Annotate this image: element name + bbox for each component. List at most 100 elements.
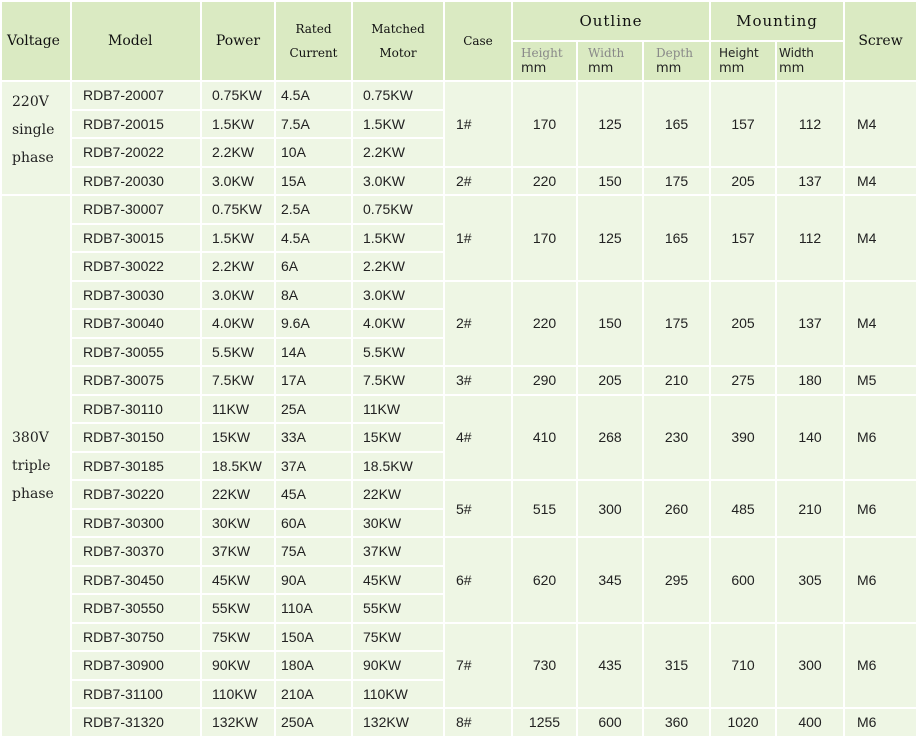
rated-current-cell: 150A xyxy=(274,621,353,652)
power-cell: 1.5KW xyxy=(200,222,276,253)
power-cell: 2.2KW xyxy=(200,251,276,282)
power-cell: 37KW xyxy=(200,536,276,567)
header-mounting-width: Width mm xyxy=(775,40,846,82)
screw-cell: M6 xyxy=(843,707,916,738)
rated-current-cell: 2.5A xyxy=(274,194,353,225)
mounting-height-cell: 1020 xyxy=(709,707,778,738)
model-cell: RDB7-30750 xyxy=(70,621,202,652)
matched-motor-cell: 5.5KW xyxy=(351,336,445,367)
outline-height-cell: 220 xyxy=(511,165,578,196)
case-cell: 1# xyxy=(443,80,513,168)
header-mounting-width-unit: mm xyxy=(779,61,805,76)
matched-motor-cell: 37KW xyxy=(351,536,445,567)
matched-motor-cell: 15KW xyxy=(351,422,445,453)
case-cell: 2# xyxy=(443,165,513,196)
model-cell: RDB7-30300 xyxy=(70,507,202,538)
case-cell: 2# xyxy=(443,279,513,367)
outline-height-cell: 170 xyxy=(511,80,578,168)
header-outline-width: Width mm xyxy=(576,40,644,82)
header-screw: Screw xyxy=(843,0,916,82)
model-cell: RDB7-30185 xyxy=(70,450,202,481)
mounting-width-cell: 140 xyxy=(775,393,846,481)
voltage-line: phase xyxy=(12,485,54,502)
outline-depth-cell: 175 xyxy=(641,165,712,196)
table-row: 220V single phase RDB7-20007 0.75KW 4.5A 0.75K… xyxy=(0,80,916,196)
table-row: RDB7-20030 3.0KW 15A 3.0KW 2# 220 150 175 205 137… xyxy=(1,165,916,196)
header-outline-depth-label: Depth xyxy=(656,46,693,60)
model-cell: RDB7-30040 xyxy=(70,308,202,339)
header-rated-current: Rated Current xyxy=(274,0,353,82)
table-body: 220V single phase RDB7-20007 0.75KW 4.5A 0.75K… xyxy=(0,80,916,738)
mounting-width-cell: 112 xyxy=(775,194,846,282)
header-model: Model xyxy=(70,0,202,82)
rated-current-cell: 90A xyxy=(274,564,353,595)
power-cell: 3.0KW xyxy=(200,279,276,310)
outline-width-cell: 268 xyxy=(576,393,644,481)
model-cell: RDB7-20015 xyxy=(70,108,202,139)
power-cell: 22KW xyxy=(200,479,276,510)
power-cell: 2.2KW xyxy=(200,137,276,168)
mounting-width-cell: 210 xyxy=(775,479,846,538)
outline-height-cell: 620 xyxy=(511,536,578,624)
rated-current-cell: 9.6A xyxy=(274,308,353,339)
rated-current-cell: 110A xyxy=(274,593,353,624)
outline-width-cell: 300 xyxy=(576,479,644,538)
matched-motor-cell: 55KW xyxy=(351,593,445,624)
matched-motor-cell: 90KW xyxy=(351,650,445,681)
power-cell: 30KW xyxy=(200,507,276,538)
outline-width-cell: 150 xyxy=(576,279,644,367)
outline-depth-cell: 175 xyxy=(641,279,712,367)
mounting-width-cell: 112 xyxy=(775,80,846,168)
matched-motor-cell: 110KW xyxy=(351,678,445,709)
model-cell: RDB7-30110 xyxy=(70,393,202,424)
case-cell: 5# xyxy=(443,479,513,538)
outline-width-cell: 125 xyxy=(576,194,644,282)
rated-current-cell: 4.5A xyxy=(274,80,353,111)
case-cell: 1# xyxy=(443,194,513,282)
model-cell: RDB7-30550 xyxy=(70,593,202,624)
voltage-line: triple xyxy=(12,457,51,474)
model-cell: RDB7-31320 xyxy=(70,707,202,738)
header-case: Case xyxy=(443,0,513,82)
outline-depth-cell: 295 xyxy=(641,536,712,624)
rated-current-cell: 7.5A xyxy=(274,108,353,139)
mounting-width-cell: 137 xyxy=(775,165,846,196)
model-cell: RDB7-20022 xyxy=(70,137,202,168)
outline-depth-cell: 230 xyxy=(641,393,712,481)
case-cell: 6# xyxy=(443,536,513,624)
mounting-height-cell: 390 xyxy=(709,393,778,481)
rated-current-cell: 14A xyxy=(274,336,353,367)
mounting-width-cell: 300 xyxy=(775,621,846,709)
power-cell: 55KW xyxy=(200,593,276,624)
outline-width-cell: 125 xyxy=(576,80,644,168)
model-cell: RDB7-30030 xyxy=(70,279,202,310)
rated-current-cell: 250A xyxy=(274,707,353,738)
header-matched-motor-line2: Motor xyxy=(379,46,417,60)
header-outline-height-unit: mm xyxy=(521,61,547,76)
mounting-height-cell: 205 xyxy=(709,165,778,196)
header-outline-depth: Depth mm xyxy=(641,40,712,82)
header-mounting-width-label: Width xyxy=(779,46,814,60)
outline-depth-cell: 165 xyxy=(641,80,712,168)
model-cell: RDB7-30900 xyxy=(70,650,202,681)
rated-current-cell: 60A xyxy=(274,507,353,538)
power-cell: 5.5KW xyxy=(200,336,276,367)
header-mounting-height: Height mm xyxy=(709,40,778,82)
table-row: RDB7-30370 37KW 75A 37KW 6# 620 345 295 600 305 M6 xyxy=(1,536,916,624)
header-mounting-height-label: Height xyxy=(719,46,759,60)
table-row: RDB7-30075 7.5KW 17A 7.5KW 3# 290 205 210 275 180… xyxy=(1,365,916,396)
power-cell: 45KW xyxy=(200,564,276,595)
table-row: RDB7-30030 3.0KW 8A 3.0KW 2# 220 150 175 205 137 M… xyxy=(1,279,916,367)
model-cell: RDB7-30220 xyxy=(70,479,202,510)
power-cell: 132KW xyxy=(200,707,276,738)
screw-cell: M6 xyxy=(843,479,916,538)
matched-motor-cell: 0.75KW xyxy=(351,80,445,111)
matched-motor-cell: 2.2KW xyxy=(351,137,445,168)
matched-motor-cell: 30KW xyxy=(351,507,445,538)
mounting-width-cell: 305 xyxy=(775,536,846,624)
voltage-cell: 220V single phase xyxy=(0,80,72,196)
power-cell: 15KW xyxy=(200,422,276,453)
outline-height-cell: 515 xyxy=(511,479,578,538)
model-cell: RDB7-30007 xyxy=(70,194,202,225)
rated-current-cell: 8A xyxy=(274,279,353,310)
